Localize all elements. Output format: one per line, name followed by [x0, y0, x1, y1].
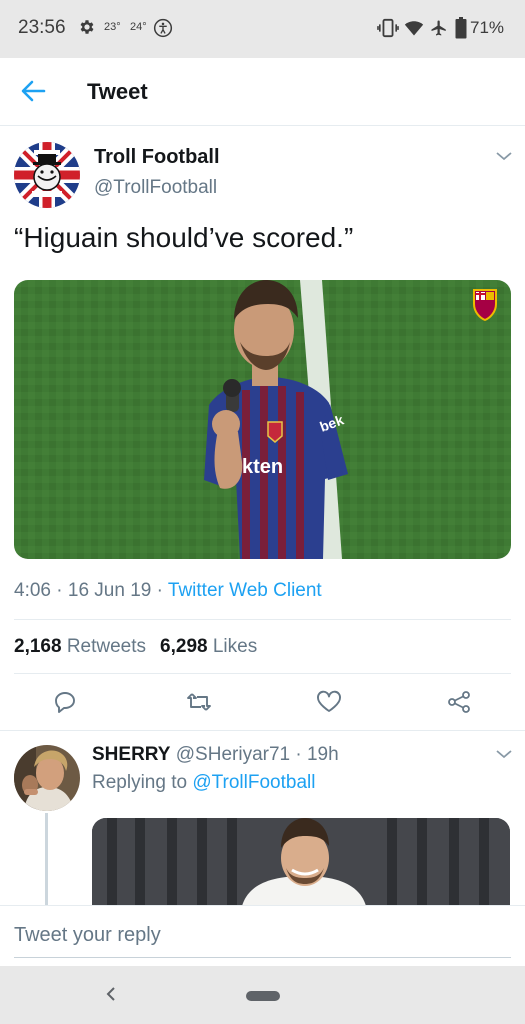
retweets-label[interactable]: Retweets: [67, 636, 146, 657]
back-arrow-icon[interactable]: [20, 79, 46, 108]
nav-home-pill[interactable]: [246, 991, 280, 1001]
reply-separator: ·: [290, 744, 307, 765]
tweet-media[interactable]: kten bek: [14, 280, 511, 559]
retweets-count[interactable]: 2,168: [14, 636, 62, 657]
reply-media[interactable]: [92, 818, 510, 906]
chevron-down-icon[interactable]: [495, 149, 513, 167]
replying-prefix: Replying to: [92, 772, 188, 793]
page-title: Tweet: [87, 79, 148, 104]
battery-icon: [455, 17, 467, 44]
tweet-date: 16 Jun 19: [67, 580, 152, 601]
reply-icon[interactable]: [53, 690, 77, 719]
author-name[interactable]: Troll Football: [94, 146, 220, 169]
status-time: 23:56: [18, 17, 66, 38]
tweet-client-link[interactable]: Twitter Web Client: [168, 580, 322, 601]
app-header: Tweet: [0, 58, 525, 126]
wifi-icon: [404, 19, 424, 42]
vibrate-icon: [377, 18, 399, 43]
battery-percent: 71%: [470, 18, 505, 37]
reply-header: SHERRY @SHeriyar71 · 19h: [92, 744, 339, 766]
meta-separator: ·: [50, 580, 68, 601]
author-handle[interactable]: @TrollFootball: [94, 177, 217, 199]
temperature-2: 24°: [130, 21, 147, 33]
reply-author-name[interactable]: SHERRY: [92, 744, 170, 765]
tweet-meta: 4:06 · 16 Jun 19 · Twitter Web Client: [14, 580, 322, 602]
divider: [0, 730, 525, 731]
reply-age: 19h: [306, 744, 339, 765]
tweet-text: “Higuain should’ve scored.”: [14, 222, 354, 253]
accessibility-icon: [153, 18, 173, 43]
reply-composer: [0, 905, 525, 966]
tweet-time: 4:06: [14, 580, 51, 601]
chevron-down-icon[interactable]: [495, 747, 513, 765]
gear-icon: [78, 18, 96, 41]
reply-author-handle[interactable]: @SHeriyar71: [176, 744, 290, 765]
nav-back-icon[interactable]: [103, 984, 119, 1009]
retweet-icon[interactable]: [186, 690, 212, 719]
tweet-stats: 2,168 Retweets 6,298 Likes: [14, 636, 257, 658]
share-icon[interactable]: [447, 690, 471, 719]
divider: [14, 619, 511, 620]
divider: [14, 673, 511, 674]
thread-line: [45, 813, 48, 906]
likes-label[interactable]: Likes: [213, 636, 257, 657]
status-bar: 23:56 23° 24° 71%: [0, 0, 525, 58]
reply-input[interactable]: [14, 924, 511, 958]
like-icon[interactable]: [316, 690, 342, 719]
author-avatar[interactable]: [14, 142, 80, 208]
airplane-icon: [430, 18, 448, 43]
replying-to: Replying to @TrollFootball: [92, 772, 315, 794]
replying-to-mention[interactable]: @TrollFootball: [192, 772, 315, 793]
reply-avatar[interactable]: [14, 745, 80, 811]
system-nav-bar: [0, 966, 525, 1024]
temperature-1: 23°: [104, 21, 121, 33]
svg-text:kten: kten: [242, 456, 283, 478]
meta-separator: ·: [151, 580, 168, 601]
likes-count[interactable]: 6,298: [160, 636, 208, 657]
